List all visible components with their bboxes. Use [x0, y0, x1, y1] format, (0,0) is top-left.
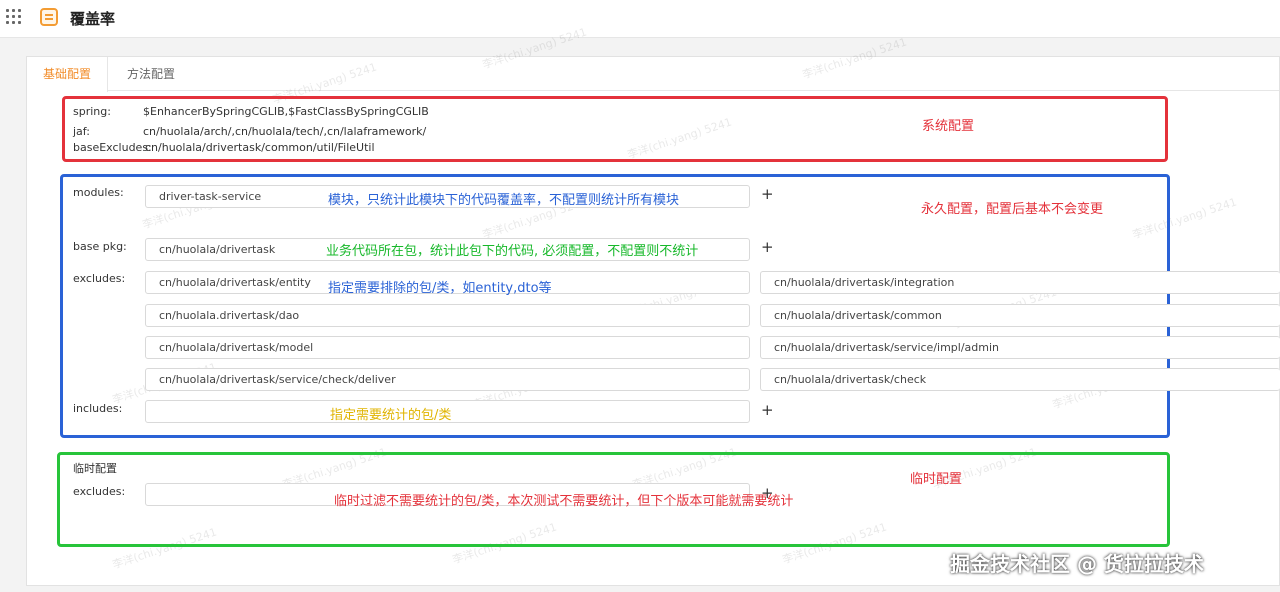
exclude-input[interactable]: cn/huolala.drivertask/dao [145, 304, 750, 327]
base-excludes-value: cn/huolala/drivertask/common/util/FileUt… [145, 141, 375, 154]
exclude-input[interactable]: cn/huolala/drivertask/model [145, 336, 750, 359]
annotation-system-config: 系统配置 [922, 119, 975, 134]
annotation-temporary-config: 临时配置 [910, 472, 963, 487]
exclude-input[interactable]: cn/huolala/drivertask/service/impl/admin [760, 336, 1280, 359]
exclude-input[interactable]: cn/huolala/drivertask/service/check/deli… [145, 368, 750, 391]
temp-excludes-label: excludes: [73, 485, 126, 498]
app-grid-icon[interactable] [6, 9, 22, 25]
temporary-section-label: 临时配置 [73, 462, 117, 475]
add-base-pkg-button[interactable]: + [761, 240, 774, 255]
modules-label: modules: [73, 186, 124, 199]
exclude-input[interactable]: cn/huolala/drivertask/integration [760, 271, 1280, 294]
annotation-excludes: 指定需要排除的包/类，如entity,dto等 [328, 281, 552, 296]
spring-value: $EnhancerBySpringCGLIB,$FastClassBySprin… [143, 105, 429, 118]
coverage-logo-icon [40, 8, 58, 26]
tab-basic-config[interactable]: 基础配置 [27, 57, 109, 92]
annotation-base-pkg: 业务代码所在包，统计此包下的代码, 必须配置，不配置则不统计 [326, 244, 699, 259]
annotation-modules: 模块，只统计此模块下的代码覆盖率，不配置则统计所有模块 [328, 193, 680, 208]
tab-bar: 基础配置 方法配置 [27, 57, 1279, 92]
exclude-input[interactable]: cn/huolala/drivertask/check [760, 368, 1280, 391]
add-include-button[interactable]: + [761, 403, 774, 418]
excludes-label: excludes: [73, 272, 126, 285]
page-title: 覆盖率 [70, 10, 116, 28]
spring-label: spring: [73, 105, 111, 118]
footer-watermark: 掘金技术社区 @ 货拉拉技术 [950, 552, 1204, 576]
includes-label: includes: [73, 402, 123, 415]
jaf-label: jaf: [73, 125, 90, 138]
top-bar: 覆盖率 [0, 0, 1280, 38]
annotation-permanent-config: 永久配置，配置后基本不会变更 [921, 202, 1104, 217]
jaf-value: cn/huolala/arch/,cn/huolala/tech/,cn/lal… [143, 125, 427, 138]
add-module-button[interactable]: + [761, 187, 774, 202]
exclude-input[interactable]: cn/huolala/drivertask/common [760, 304, 1280, 327]
tab-method-config[interactable]: 方法配置 [111, 57, 191, 91]
annotation-includes: 指定需要统计的包/类 [330, 408, 452, 423]
annotation-temp-excludes: 临时过滤不需要统计的包/类，本次测试不需要统计，但下个版本可能就需要统计 [334, 494, 794, 509]
base-excludes-label: baseExcludes: [73, 141, 152, 154]
base-pkg-label: base pkg: [73, 240, 127, 253]
